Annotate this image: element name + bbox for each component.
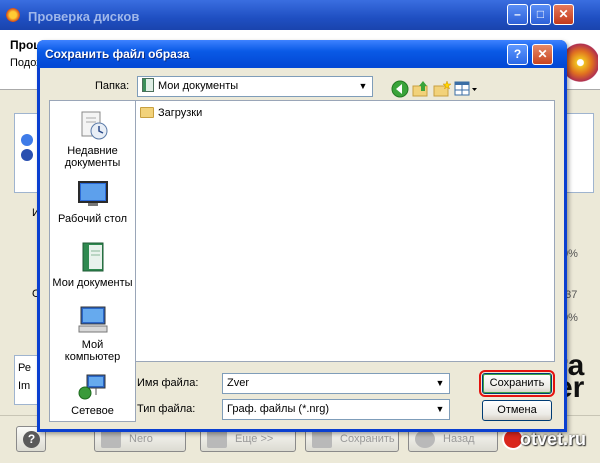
up-folder-icon[interactable]: [412, 80, 430, 98]
my-documents-small-icon: [142, 78, 154, 92]
floppy-icon: [312, 430, 332, 448]
more-icon: [207, 430, 227, 448]
recent-documents-icon: [81, 111, 107, 140]
filetype-select[interactable]: Граф. файлы (*.nrg) ▼: [222, 399, 450, 420]
watermark-text: otvet.ru: [520, 429, 587, 449]
place-my-computer-label: Мой компьютер: [64, 339, 121, 363]
background-window-titlebar: Проверка дисков – □ ✕: [0, 0, 600, 30]
filetype-label: Тип файла:: [137, 403, 196, 415]
back-nav-icon[interactable]: [391, 80, 409, 98]
back-button-label: Назад: [443, 433, 475, 445]
folder-select[interactable]: Мои документы ▼: [137, 76, 373, 97]
save-image-dialog: Сохранить файл образа ? ✕ Папка: Мои док…: [37, 40, 567, 432]
my-documents-icon: [82, 242, 103, 272]
chevron-down-icon[interactable]: ▼: [354, 77, 372, 96]
dialog-titlebar: Сохранить файл образа ? ✕: [37, 40, 567, 68]
list-item-label: Загрузки: [158, 107, 203, 119]
place-network-label: Сетевое: [71, 405, 114, 417]
log-col-a: Ре: [18, 362, 31, 374]
cancel-button[interactable]: Отмена: [482, 400, 552, 421]
background-window-title: Проверка дисков: [28, 9, 140, 24]
view-menu-icon[interactable]: [454, 80, 478, 98]
filetype-select-value: Граф. файлы (*.nrg): [227, 403, 329, 415]
network-icon: [78, 374, 105, 400]
filename-chevron-down-icon[interactable]: ▼: [431, 374, 449, 393]
new-folder-icon[interactable]: [433, 80, 451, 98]
help-icon: ?: [23, 431, 40, 448]
nero-app-icon: [5, 7, 21, 23]
place-desktop[interactable]: Рабочий стол: [50, 179, 135, 225]
place-my-computer[interactable]: Мой компьютер: [50, 305, 135, 363]
status-icon: [21, 149, 33, 161]
back-arrow-icon: [415, 430, 435, 448]
place-my-documents-label: Мои документы: [52, 277, 133, 289]
dialog-help-button[interactable]: ?: [507, 44, 528, 65]
place-desktop-label: Рабочий стол: [57, 213, 128, 225]
minimize-button[interactable]: –: [507, 4, 528, 25]
info-icon: [21, 134, 33, 146]
more-button-label: Еще >>: [235, 433, 274, 445]
filename-input-value: Zver: [227, 377, 249, 389]
list-item[interactable]: Загрузки: [140, 107, 202, 119]
place-network[interactable]: Сетевое: [50, 373, 135, 417]
file-list[interactable]: Загрузки: [135, 100, 555, 362]
save-button[interactable]: Сохранить: [479, 370, 555, 397]
dialog-close-button[interactable]: ✕: [532, 44, 553, 65]
filetype-chevron-down-icon[interactable]: ▼: [431, 400, 449, 419]
dialog-title: Сохранить файл образа: [45, 47, 190, 61]
place-my-documents[interactable]: Мои документы: [50, 241, 135, 289]
folder-select-value: Мои документы: [158, 80, 239, 92]
place-recent-label: Недавние документы: [64, 145, 121, 169]
folder-label: Папка:: [95, 80, 130, 92]
my-computer-icon: [78, 306, 107, 333]
close-window-button[interactable]: ✕: [553, 4, 574, 25]
place-recent-documents[interactable]: Недавние документы: [50, 109, 135, 169]
save-bg-button-label: Сохранить: [340, 433, 395, 445]
filename-label: Имя файла:: [137, 377, 199, 389]
places-bar: Недавние документы Рабочий стол Мои доку…: [49, 100, 136, 422]
maximize-button[interactable]: □: [530, 4, 551, 25]
log-col-b: Im: [18, 380, 31, 392]
filename-input[interactable]: Zver ▼: [222, 373, 450, 394]
folder-icon: [140, 107, 154, 118]
desktop-icon: [77, 181, 108, 206]
nero-icon: [101, 430, 121, 448]
nero-button-label: Nero: [129, 433, 153, 445]
